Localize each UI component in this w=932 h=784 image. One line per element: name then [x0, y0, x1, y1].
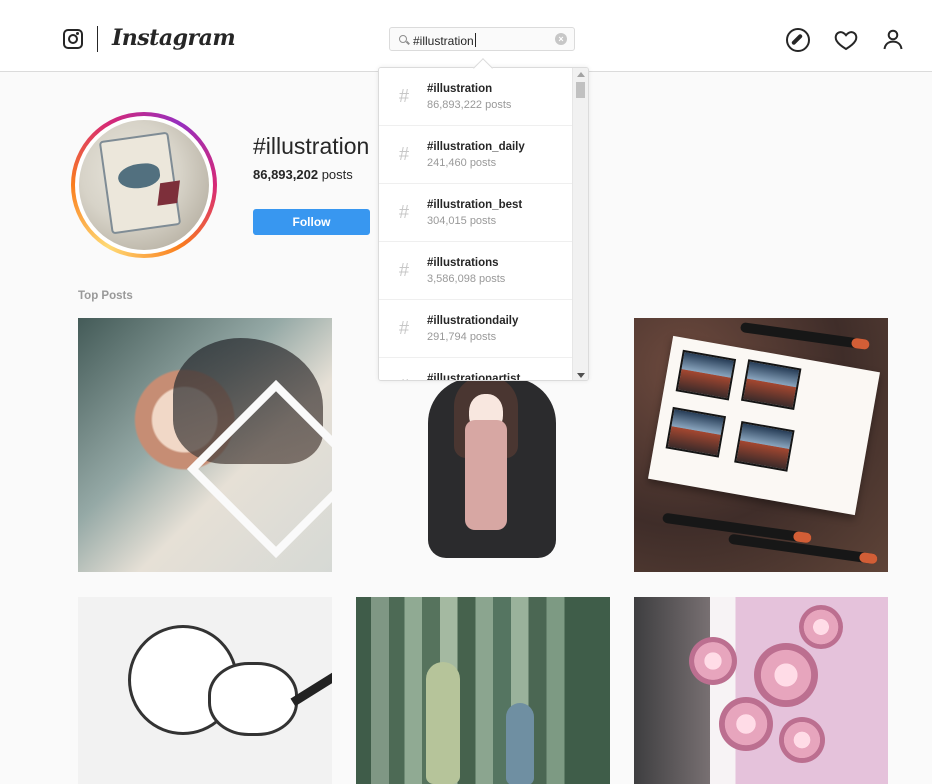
serpent-drawing: [426, 662, 460, 784]
heart-icon[interactable]: [834, 28, 858, 52]
mountain-panel: [740, 359, 802, 410]
sketchbook-drawing: [648, 335, 880, 516]
list-item[interactable]: # #illustrationdaily 291,794 posts: [379, 300, 574, 358]
post-count-label: posts: [321, 167, 353, 182]
marker-tip: [858, 551, 878, 565]
flower-blossom: [689, 637, 737, 685]
hashtag-icon: #: [399, 202, 410, 222]
flower-blossom: [719, 697, 773, 751]
hashtag-name: #illustration: [427, 83, 493, 95]
instagram-wordmark[interactable]: Instagram: [112, 25, 236, 51]
logo-divider: [97, 26, 98, 52]
mountain-panel: [675, 349, 737, 401]
mountain-panel: [665, 406, 727, 458]
top-posts-label: Top Posts: [78, 290, 133, 302]
drawing-pen: [290, 664, 332, 707]
search-box[interactable]: #illustration ×: [389, 27, 575, 51]
hashtag-icon: #: [399, 86, 410, 106]
user-icon[interactable]: [881, 28, 905, 52]
hashtag-post-count: 304,015 posts: [427, 215, 497, 227]
close-circle-icon[interactable]: ×: [555, 33, 567, 45]
post-tile-forest-serpents[interactable]: [356, 597, 610, 784]
hashtag-icon: #: [399, 144, 410, 164]
pink-sweater-drawing: [465, 420, 507, 530]
flower-blossom: [779, 717, 825, 763]
list-item[interactable]: # #illustrations 3,586,098 posts: [379, 242, 574, 300]
camera-icon[interactable]: [63, 29, 83, 49]
hashtag-post-count: 241,460 posts: [427, 157, 497, 169]
serpent-drawing: [506, 703, 534, 784]
hashtag-post-count: 3,586,098 posts: [427, 273, 506, 285]
list-item[interactable]: # #illustration_daily 241,460 posts: [379, 126, 574, 184]
fish-drawing: [116, 161, 162, 191]
hashtag-post-count: 86,893,222 posts: [427, 99, 512, 111]
post-tile-watercolor-portrait[interactable]: [78, 318, 332, 572]
scroll-down-icon[interactable]: [577, 373, 585, 378]
compass-icon[interactable]: [786, 28, 810, 52]
search-input-value[interactable]: #illustration: [413, 33, 476, 48]
hashtag-icon: #: [399, 376, 409, 380]
follow-button[interactable]: Follow: [253, 209, 370, 235]
list-item[interactable]: # #illustrationartist: [379, 358, 574, 381]
hashtag-name: #illustration_best: [427, 199, 523, 211]
post-tile-mountain-sketchbook[interactable]: [634, 318, 888, 572]
fish-fin-drawing: [157, 180, 180, 206]
instagram-header: Instagram #illustration ×: [0, 0, 932, 72]
hashtag-avatar[interactable]: [71, 112, 217, 258]
post-count-number: 86,893,202: [253, 167, 319, 182]
marker-tip: [792, 530, 812, 544]
marker-tip: [850, 337, 871, 350]
hashtag-search-dropdown: # #illustration 86,893,222 posts # #illu…: [378, 67, 589, 381]
scrollbar-thumb[interactable]: [576, 82, 585, 98]
hashtag-name: #illustrationartist: [427, 373, 521, 381]
post-tile-purple-flower-bouquet[interactable]: [634, 597, 888, 784]
avatar-border: [75, 116, 213, 254]
page-title: #illustration: [253, 133, 370, 159]
flower-blossom: [799, 605, 843, 649]
hashtag-name: #illustrationdaily: [427, 315, 519, 327]
list-item[interactable]: # #illustration_best 304,015 posts: [379, 184, 574, 242]
hashtag-icon: #: [399, 318, 410, 338]
flower-blossom: [754, 643, 818, 707]
hashtag-name: #illustrations: [427, 257, 499, 269]
pig-sketch: [208, 662, 298, 736]
dropdown-scrollbar[interactable]: [572, 68, 588, 380]
avatar-image: [79, 120, 209, 250]
post-count: 86,893,202 posts: [253, 167, 353, 182]
marker-pen: [739, 322, 871, 350]
post-tile-girl-and-pig-sketch[interactable]: [78, 597, 332, 784]
search-icon: [399, 35, 407, 43]
scroll-up-icon[interactable]: [577, 72, 585, 77]
mountain-panel: [734, 421, 795, 472]
hashtag-icon: #: [399, 260, 410, 280]
hashtag-post-count: 291,794 posts: [427, 331, 497, 343]
avatar-card-art: [98, 131, 182, 235]
list-item[interactable]: # #illustration 86,893,222 posts: [379, 68, 574, 126]
hashtag-name: #illustration_daily: [427, 141, 525, 153]
